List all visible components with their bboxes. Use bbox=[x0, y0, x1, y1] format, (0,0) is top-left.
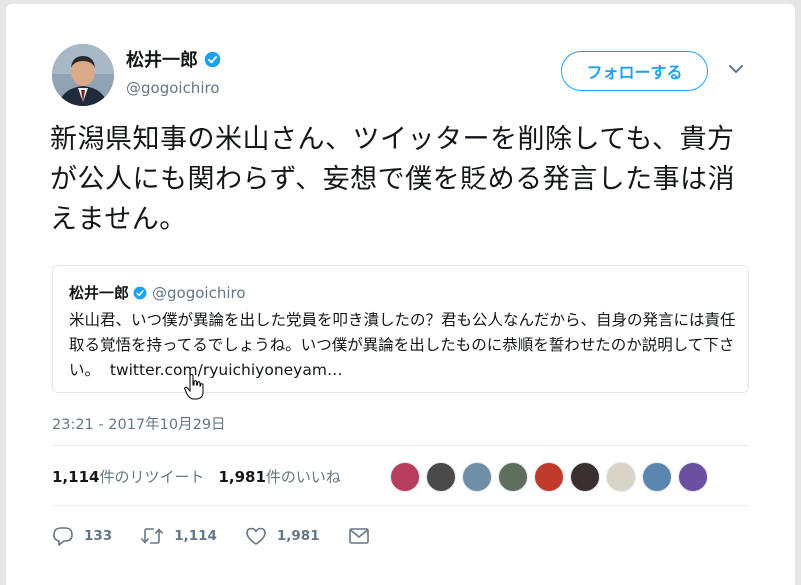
likes-count: 1,981 bbox=[218, 468, 266, 486]
liker-avatar[interactable] bbox=[534, 462, 564, 492]
retweet-count: 1,114 bbox=[174, 528, 217, 544]
retweet-button[interactable]: 1,114 bbox=[140, 526, 217, 546]
like-button[interactable]: 1,981 bbox=[245, 526, 320, 546]
liker-avatar[interactable] bbox=[606, 462, 636, 492]
divider bbox=[52, 445, 749, 446]
quoted-tweet[interactable]: 松井一郎 @gogoichiro 米山君、いつ僕が異論を出した党員を叩き潰したの… bbox=[52, 265, 749, 393]
direct-message-button[interactable] bbox=[348, 527, 380, 545]
verified-badge-icon bbox=[133, 286, 147, 299]
retweets-stat[interactable]: 1,114件のリツイート bbox=[52, 466, 204, 487]
liker-avatar[interactable] bbox=[462, 462, 492, 492]
author-handle[interactable]: @gogoichiro bbox=[126, 79, 220, 97]
heart-icon bbox=[246, 527, 266, 545]
tweet-text: 新潟県知事の米山さん、ツイッターを削除しても、貴方が公人にも関わらず、妄想で僕を… bbox=[50, 124, 736, 235]
liker-avatar[interactable] bbox=[426, 462, 456, 492]
envelope-icon bbox=[348, 528, 369, 544]
likes-label: 件のいいね bbox=[265, 468, 341, 486]
tweet-timestamp[interactable]: 23:21 - 2017年10月29日 bbox=[52, 413, 226, 434]
retweets-count: 1,114 bbox=[52, 468, 100, 486]
follow-button[interactable]: フォローする bbox=[561, 51, 708, 91]
reply-button[interactable]: 133 bbox=[52, 526, 112, 546]
tweet-card: 松井一郎 @gogoichiro フォローする 新潟県知事の米山さん、ツイッター… bbox=[6, 4, 795, 585]
quoted-text-container: 米山君、いつ僕が異論を出した党員を叩き潰したの？君も公人なんだから、自身の発言に… bbox=[69, 308, 737, 383]
reply-count: 133 bbox=[84, 528, 113, 544]
quoted-author-handle: @gogoichiro bbox=[152, 283, 246, 302]
avatar[interactable] bbox=[52, 44, 114, 106]
quoted-link[interactable]: twitter.com/ryuichiyoneyam… bbox=[110, 361, 343, 379]
reply-icon bbox=[53, 527, 73, 546]
retweets-label: 件のリツイート bbox=[99, 468, 205, 486]
like-count: 1,981 bbox=[276, 528, 320, 544]
divider bbox=[52, 505, 749, 506]
likes-stat[interactable]: 1,981件のいいね bbox=[218, 466, 340, 487]
liker-avatar[interactable] bbox=[498, 462, 528, 492]
retweet-icon bbox=[141, 528, 164, 544]
liker-avatar[interactable] bbox=[570, 462, 600, 492]
liker-avatar[interactable] bbox=[678, 462, 708, 492]
hand-cursor-icon bbox=[184, 374, 204, 400]
chevron-down-icon[interactable] bbox=[728, 64, 744, 74]
likers-avatars bbox=[390, 462, 714, 492]
quoted-author-name: 松井一郎 bbox=[69, 284, 130, 302]
liker-avatar[interactable] bbox=[642, 462, 672, 492]
author-name[interactable]: 松井一郎 bbox=[126, 46, 198, 72]
liker-avatar[interactable] bbox=[390, 462, 420, 492]
verified-badge-icon bbox=[204, 51, 221, 67]
